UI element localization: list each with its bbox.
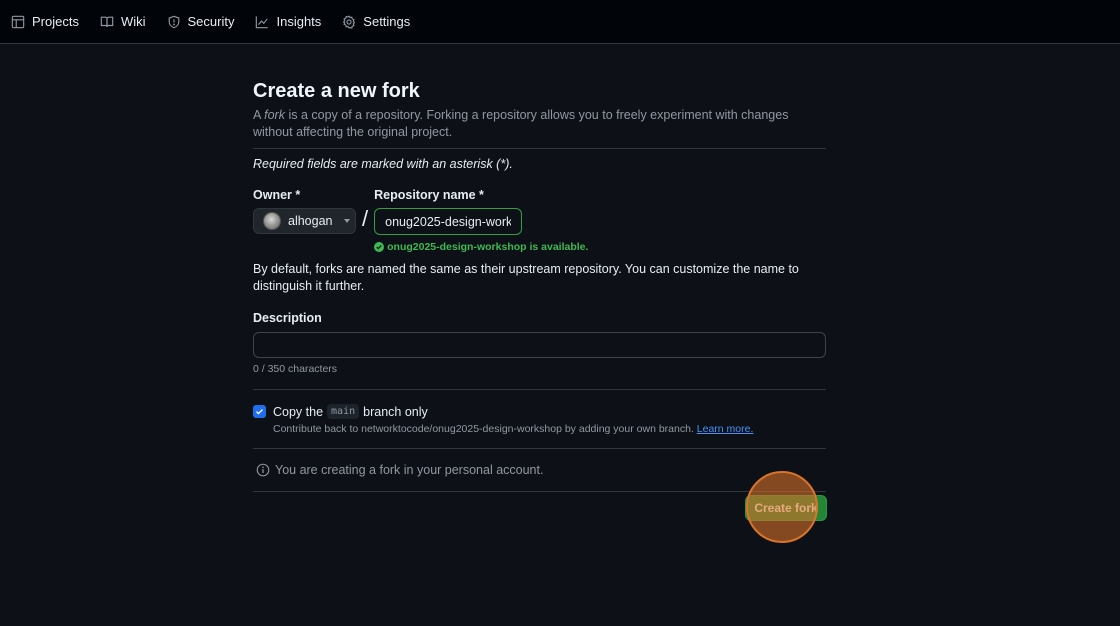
availability-text: onug2025-design-workshop is available. xyxy=(387,241,589,253)
description-input[interactable] xyxy=(253,332,826,358)
info-icon xyxy=(256,463,270,477)
nav-projects-label: Projects xyxy=(32,14,79,29)
copy-main-only-checkbox[interactable] xyxy=(253,405,266,418)
repo-nav: Projects Wiki Security Insights Settings xyxy=(0,0,1120,44)
repo-group: Repository name * onug2025-design-worksh… xyxy=(374,188,588,253)
nav-insights[interactable]: Insights xyxy=(255,0,321,43)
branch-name-code: main xyxy=(327,404,360,419)
learn-more-link[interactable]: Learn more. xyxy=(697,423,754,435)
fork-location-text: You are creating a fork in your personal… xyxy=(275,463,544,477)
divider xyxy=(253,389,826,390)
owner-label: Owner * xyxy=(253,188,301,202)
repo-name-input[interactable] xyxy=(374,208,523,235)
description-char-count: 0 / 350 characters xyxy=(253,363,338,375)
create-fork-button[interactable]: Create fork xyxy=(745,495,827,521)
copy-branch-row: Copy the main branch only xyxy=(253,404,826,419)
divider xyxy=(253,448,826,449)
nav-settings[interactable]: Settings xyxy=(342,0,410,43)
nav-settings-label: Settings xyxy=(363,14,411,29)
book-icon xyxy=(100,16,114,27)
page-title: Create a new fork xyxy=(253,80,420,102)
owner-repo-separator: / xyxy=(362,206,369,231)
divider xyxy=(253,491,826,492)
contribute-note: Contribute back to networktocode/onug202… xyxy=(273,423,754,435)
nav-insights-label: Insights xyxy=(276,14,322,29)
divider xyxy=(253,148,826,149)
graph-icon xyxy=(256,15,269,28)
fork-location-info: You are creating a fork in your personal… xyxy=(253,463,826,477)
required-note: Required fields are marked with an aster… xyxy=(253,157,513,171)
nav-projects[interactable]: Projects xyxy=(11,0,79,43)
default-name-note: By default, forks are named the same as … xyxy=(253,262,799,293)
nav-wiki-label: Wiki xyxy=(120,14,146,29)
gear-icon xyxy=(343,14,356,29)
fork-form: Create a new fork A fork is a copy of a … xyxy=(253,78,826,492)
nav-security[interactable]: Security xyxy=(167,0,235,43)
availability-status: onug2025-design-workshop is available. xyxy=(374,241,588,253)
table-icon xyxy=(11,15,25,28)
shield-icon xyxy=(168,15,179,28)
avatar xyxy=(263,212,281,230)
checkmark-icon xyxy=(256,409,263,415)
check-circle-icon xyxy=(374,242,385,252)
intro-text: A fork is a copy of a repository. Forkin… xyxy=(253,108,789,139)
owner-name: alhogan xyxy=(288,214,333,228)
owner-repo-row: Owner * alhogan / Repository name * onug… xyxy=(253,188,826,253)
chevron-down-icon xyxy=(343,219,350,223)
repo-name-label: Repository name * xyxy=(374,188,484,202)
owner-select[interactable]: alhogan xyxy=(253,208,356,234)
nav-wiki[interactable]: Wiki xyxy=(100,0,146,43)
copy-branch-label: Copy the main branch only xyxy=(273,404,428,419)
owner-group: Owner * alhogan xyxy=(253,188,356,234)
description-label: Description xyxy=(253,311,322,325)
nav-security-label: Security xyxy=(187,14,235,29)
